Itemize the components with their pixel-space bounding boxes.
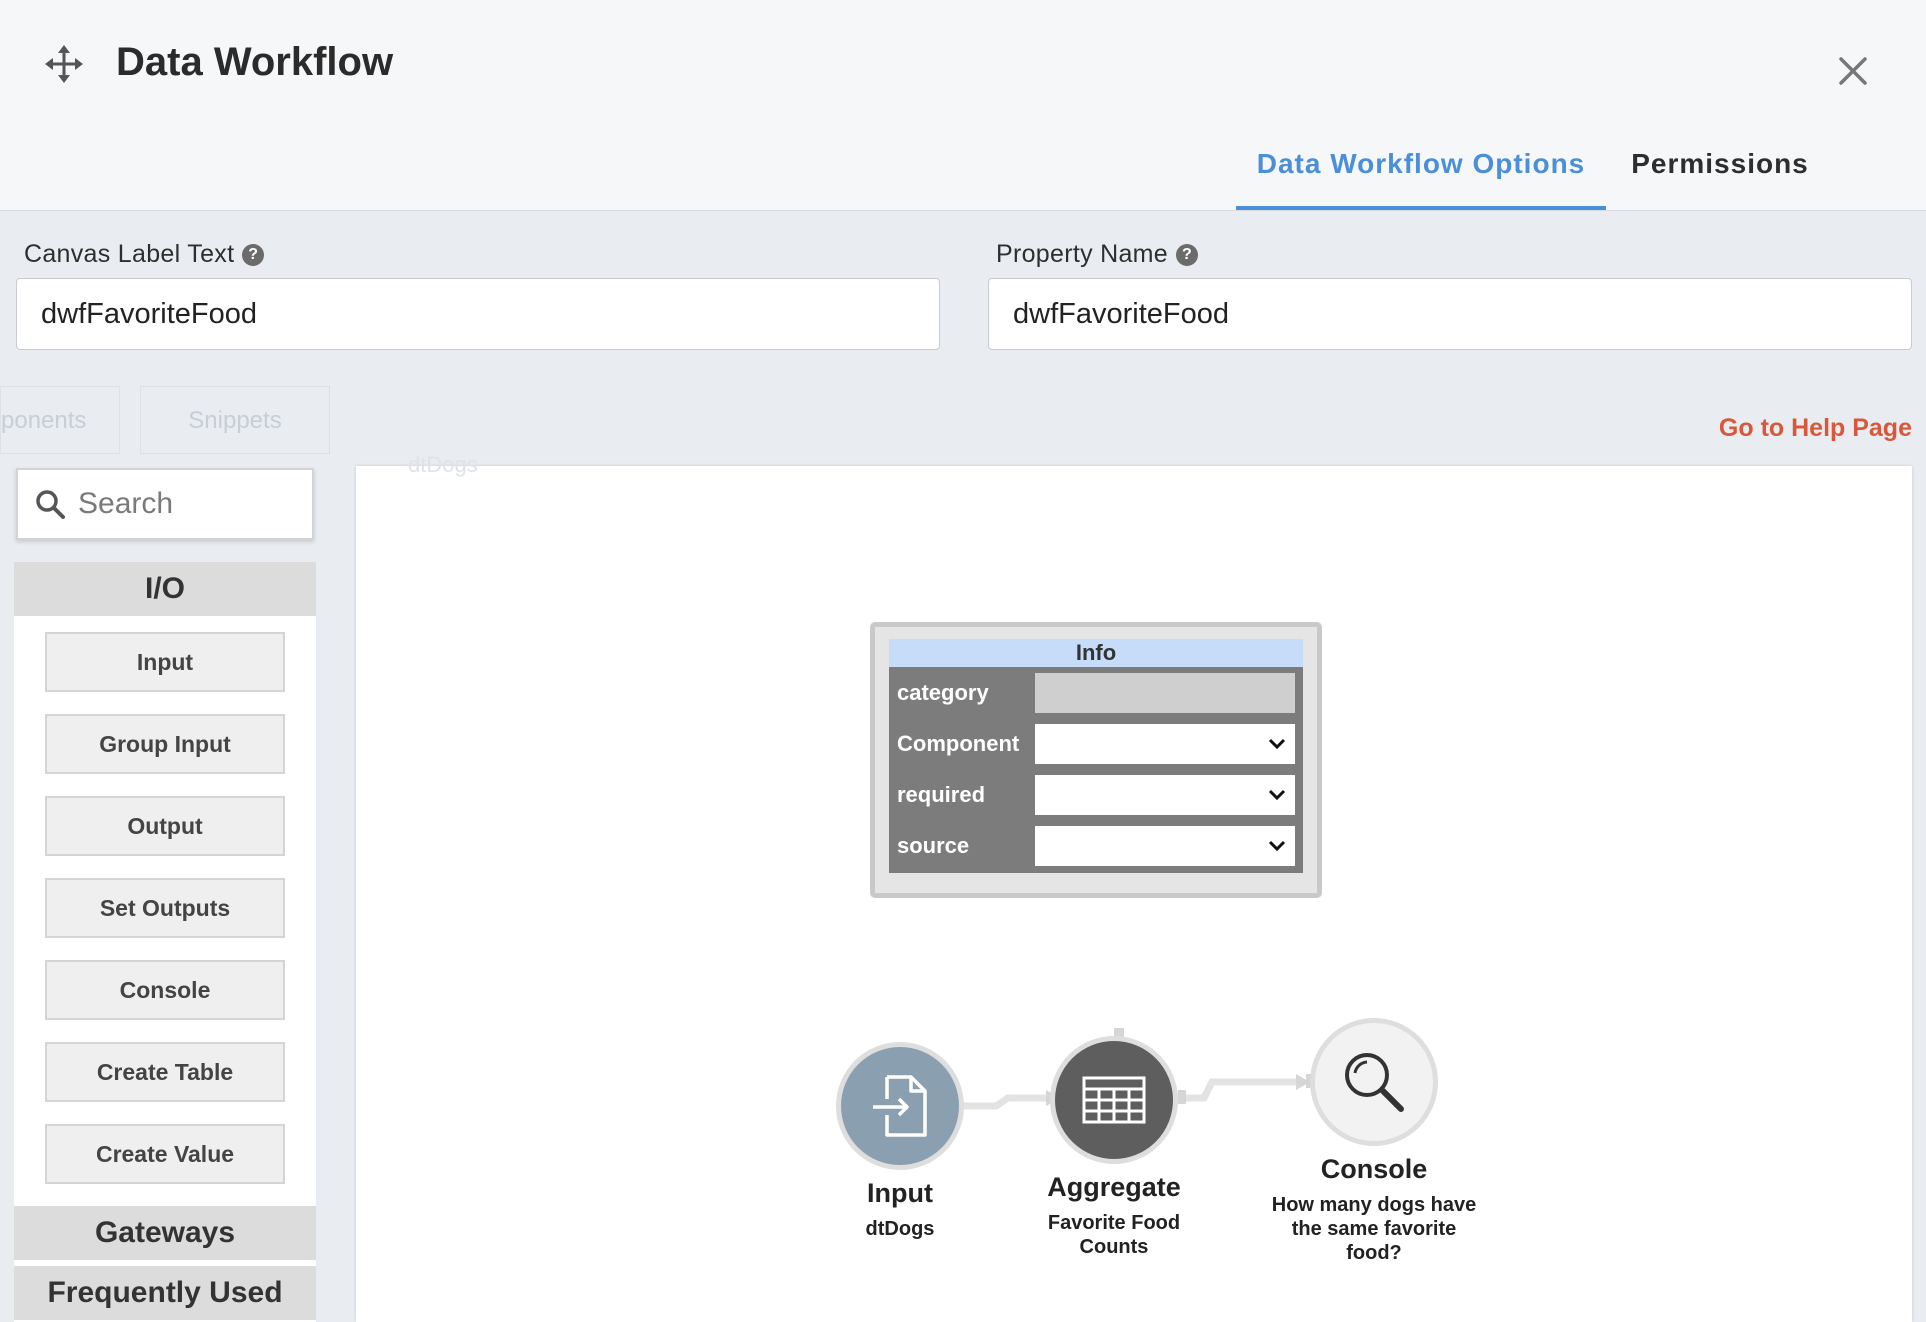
workflow-canvas[interactable]: dtDogs Info category Component required	[356, 452, 1912, 1322]
move-icon[interactable]	[44, 44, 84, 84]
aggregate-node-circle[interactable]	[1050, 1036, 1178, 1164]
input-node-circle[interactable]	[836, 1042, 964, 1170]
property-name-input[interactable]: dwfFavoriteFood	[988, 278, 1912, 350]
console-node-circle[interactable]	[1310, 1018, 1438, 1146]
background-tab-snippets: Snippets	[140, 386, 330, 454]
node-title: Aggregate	[1047, 1172, 1181, 1202]
component-palette: I/O Input Group Input Output Set Outputs…	[14, 562, 316, 1322]
node-subtitle: Favorite Food Counts	[1047, 1212, 1181, 1258]
node-title: Console	[1320, 1154, 1428, 1184]
palette-item-console[interactable]: Console	[45, 960, 285, 1020]
go-to-help-page-link[interactable]: Go to Help Page	[1719, 414, 1912, 443]
magnifier-icon	[1345, 1053, 1404, 1112]
io-item-list: Input Group Input Output Set Outputs Con…	[14, 616, 316, 1184]
modal-title: Data Workflow	[116, 40, 394, 84]
section-header-io[interactable]: I/O	[14, 562, 316, 616]
palette-search-input[interactable]: Search	[16, 468, 314, 540]
table-icon	[1082, 1076, 1146, 1124]
search-placeholder: Search	[78, 487, 174, 520]
help-icon[interactable]: ?	[1176, 243, 1199, 266]
canvas-label-text-input[interactable]: dwfFavoriteFood	[16, 278, 940, 350]
palette-item-create-value[interactable]: Create Value	[45, 1124, 285, 1184]
property-name-caption: Property Name	[996, 240, 1169, 268]
palette-item-output[interactable]: Output	[45, 796, 285, 856]
background-tab-components: ponents	[0, 386, 120, 454]
help-icon[interactable]: ?	[242, 243, 265, 266]
palette-item-set-outputs[interactable]: Set Outputs	[45, 878, 285, 938]
palette-item-input[interactable]: Input	[45, 632, 285, 692]
canvas-label-text-caption: Canvas Label Text	[24, 240, 235, 268]
node-subtitle: How many dogs have the same favorite foo…	[1271, 1194, 1477, 1264]
palette-item-group-input[interactable]: Group Input	[45, 714, 285, 774]
node-console[interactable]: Console How many dogs have the same favo…	[1262, 1018, 1486, 1265]
section-header-gateways[interactable]: Gateways	[14, 1206, 316, 1260]
property-name-label: Property Name ?	[996, 240, 1199, 269]
tab-permissions[interactable]: Permissions	[1620, 140, 1820, 210]
node-input[interactable]: Input dtDogs	[802, 1042, 998, 1241]
modal-header: Data Workflow Data Workflow Options Perm…	[0, 0, 1926, 211]
file-import-icon	[873, 1075, 927, 1137]
search-icon	[36, 490, 65, 519]
close-icon[interactable]	[1836, 54, 1870, 88]
section-header-frequently-used[interactable]: Frequently Used	[14, 1266, 316, 1320]
node-title: Input	[867, 1178, 933, 1208]
palette-item-create-table[interactable]: Create Table	[45, 1042, 285, 1102]
node-aggregate[interactable]: Aggregate Favorite Food Counts	[1020, 1036, 1208, 1259]
canvas-label-text-label: Canvas Label Text ?	[24, 240, 265, 269]
node-subtitle: dtDogs	[865, 1218, 935, 1240]
tab-data-workflow-options[interactable]: Data Workflow Options	[1236, 140, 1606, 210]
